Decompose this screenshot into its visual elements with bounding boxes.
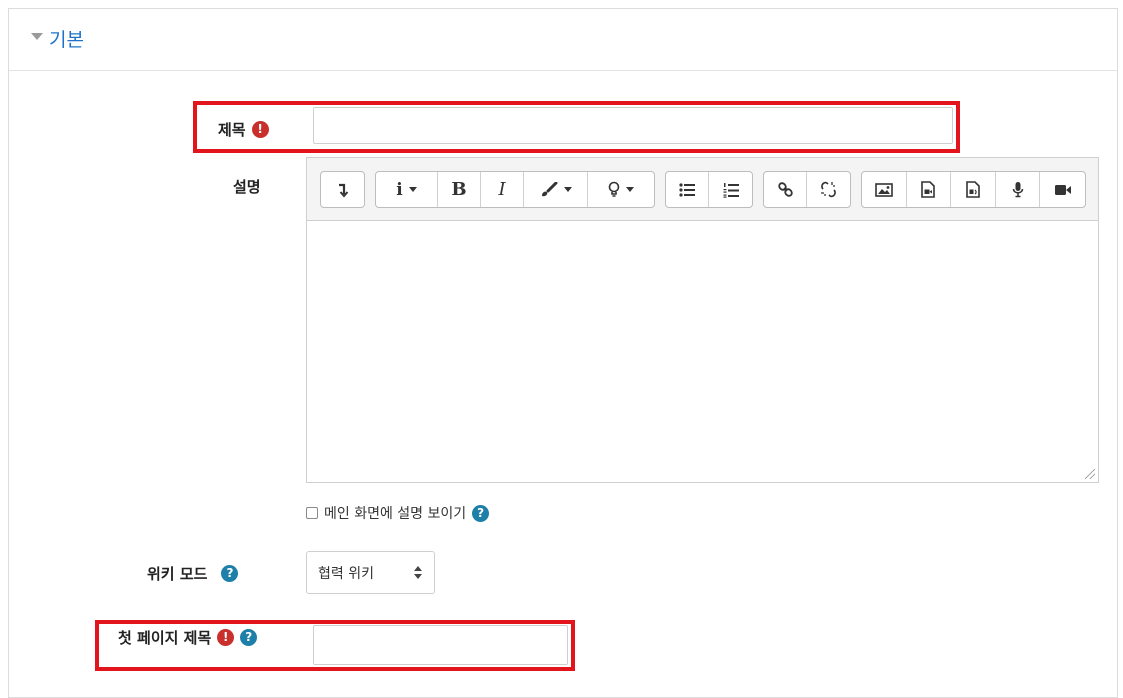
- bold-icon: B: [451, 179, 467, 200]
- collapse-triangle-icon[interactable]: [31, 33, 43, 40]
- record-audio-button[interactable]: [996, 172, 1041, 207]
- toolbar-group-format: i B I: [375, 171, 655, 208]
- show-description-label[interactable]: 메인 화면에 설명 보이기: [324, 503, 466, 523]
- unlink-button[interactable]: [807, 172, 850, 207]
- manage-files-button[interactable]: [951, 172, 996, 207]
- wiki-mode-label: 위키 모드 ?: [147, 563, 239, 584]
- section-header-general[interactable]: 기본: [9, 9, 1117, 71]
- paintbrush-icon: [541, 181, 557, 196]
- lightbulb-icon: [608, 181, 620, 197]
- toolbar-group-lists: [665, 171, 753, 208]
- sort-arrows-icon: [414, 566, 422, 580]
- text-color-button[interactable]: [524, 172, 588, 207]
- unordered-list-button[interactable]: [666, 172, 709, 207]
- description-editor[interactable]: i B I: [306, 157, 1099, 483]
- ordered-list-button[interactable]: [709, 172, 752, 207]
- microphone-icon: [1012, 182, 1023, 198]
- show-description-checkbox[interactable]: [306, 507, 318, 519]
- chevron-down-icon: [563, 187, 572, 192]
- image-icon: [874, 182, 893, 197]
- wiki-mode-label-text: 위키 모드: [147, 565, 208, 583]
- italic-button[interactable]: I: [481, 172, 524, 207]
- wiki-mode-selected-value: 협력 위키: [318, 565, 374, 582]
- description-label: 설명: [233, 176, 261, 197]
- info-icon: i: [396, 179, 403, 200]
- chevron-down-icon: [626, 187, 634, 192]
- link-button[interactable]: [764, 172, 807, 207]
- wiki-mode-select[interactable]: 협력 위키: [306, 551, 435, 594]
- toolbar-toggle-button[interactable]: [321, 172, 364, 207]
- show-description-row: 메인 화면에 설명 보이기 ?: [306, 503, 490, 523]
- link-icon: [777, 182, 793, 197]
- unlink-icon: [821, 181, 836, 198]
- highlight-button[interactable]: [588, 172, 654, 207]
- help-icon[interactable]: ?: [472, 504, 490, 522]
- resize-handle[interactable]: [1085, 469, 1095, 479]
- highlight-box-first-page: [95, 620, 575, 671]
- bold-button[interactable]: B: [438, 172, 481, 207]
- numbered-list-icon: [723, 182, 739, 198]
- video-camera-icon: [1054, 184, 1071, 195]
- description-label-text: 설명: [233, 178, 261, 196]
- toolbar-group-collapse: [320, 171, 365, 208]
- help-icon[interactable]: ?: [221, 565, 239, 582]
- paragraph-styles-button[interactable]: i: [376, 172, 438, 207]
- editor-toolbar: i B I: [307, 158, 1098, 221]
- file-video-icon: [921, 181, 936, 198]
- file-audio-icon: [966, 181, 980, 198]
- toolbar-group-links: [763, 171, 851, 208]
- chevron-down-icon: [408, 187, 417, 192]
- record-video-button[interactable]: [1040, 172, 1085, 207]
- insert-media-button[interactable]: [907, 172, 952, 207]
- arrow-turn-down-icon: [338, 183, 348, 198]
- bullet-list-icon: [679, 182, 695, 197]
- italic-icon: I: [498, 179, 506, 200]
- toolbar-group-media: [861, 171, 1086, 208]
- highlight-box-name: [193, 101, 960, 153]
- insert-image-button[interactable]: [862, 172, 907, 207]
- section-title[interactable]: 기본: [49, 25, 84, 52]
